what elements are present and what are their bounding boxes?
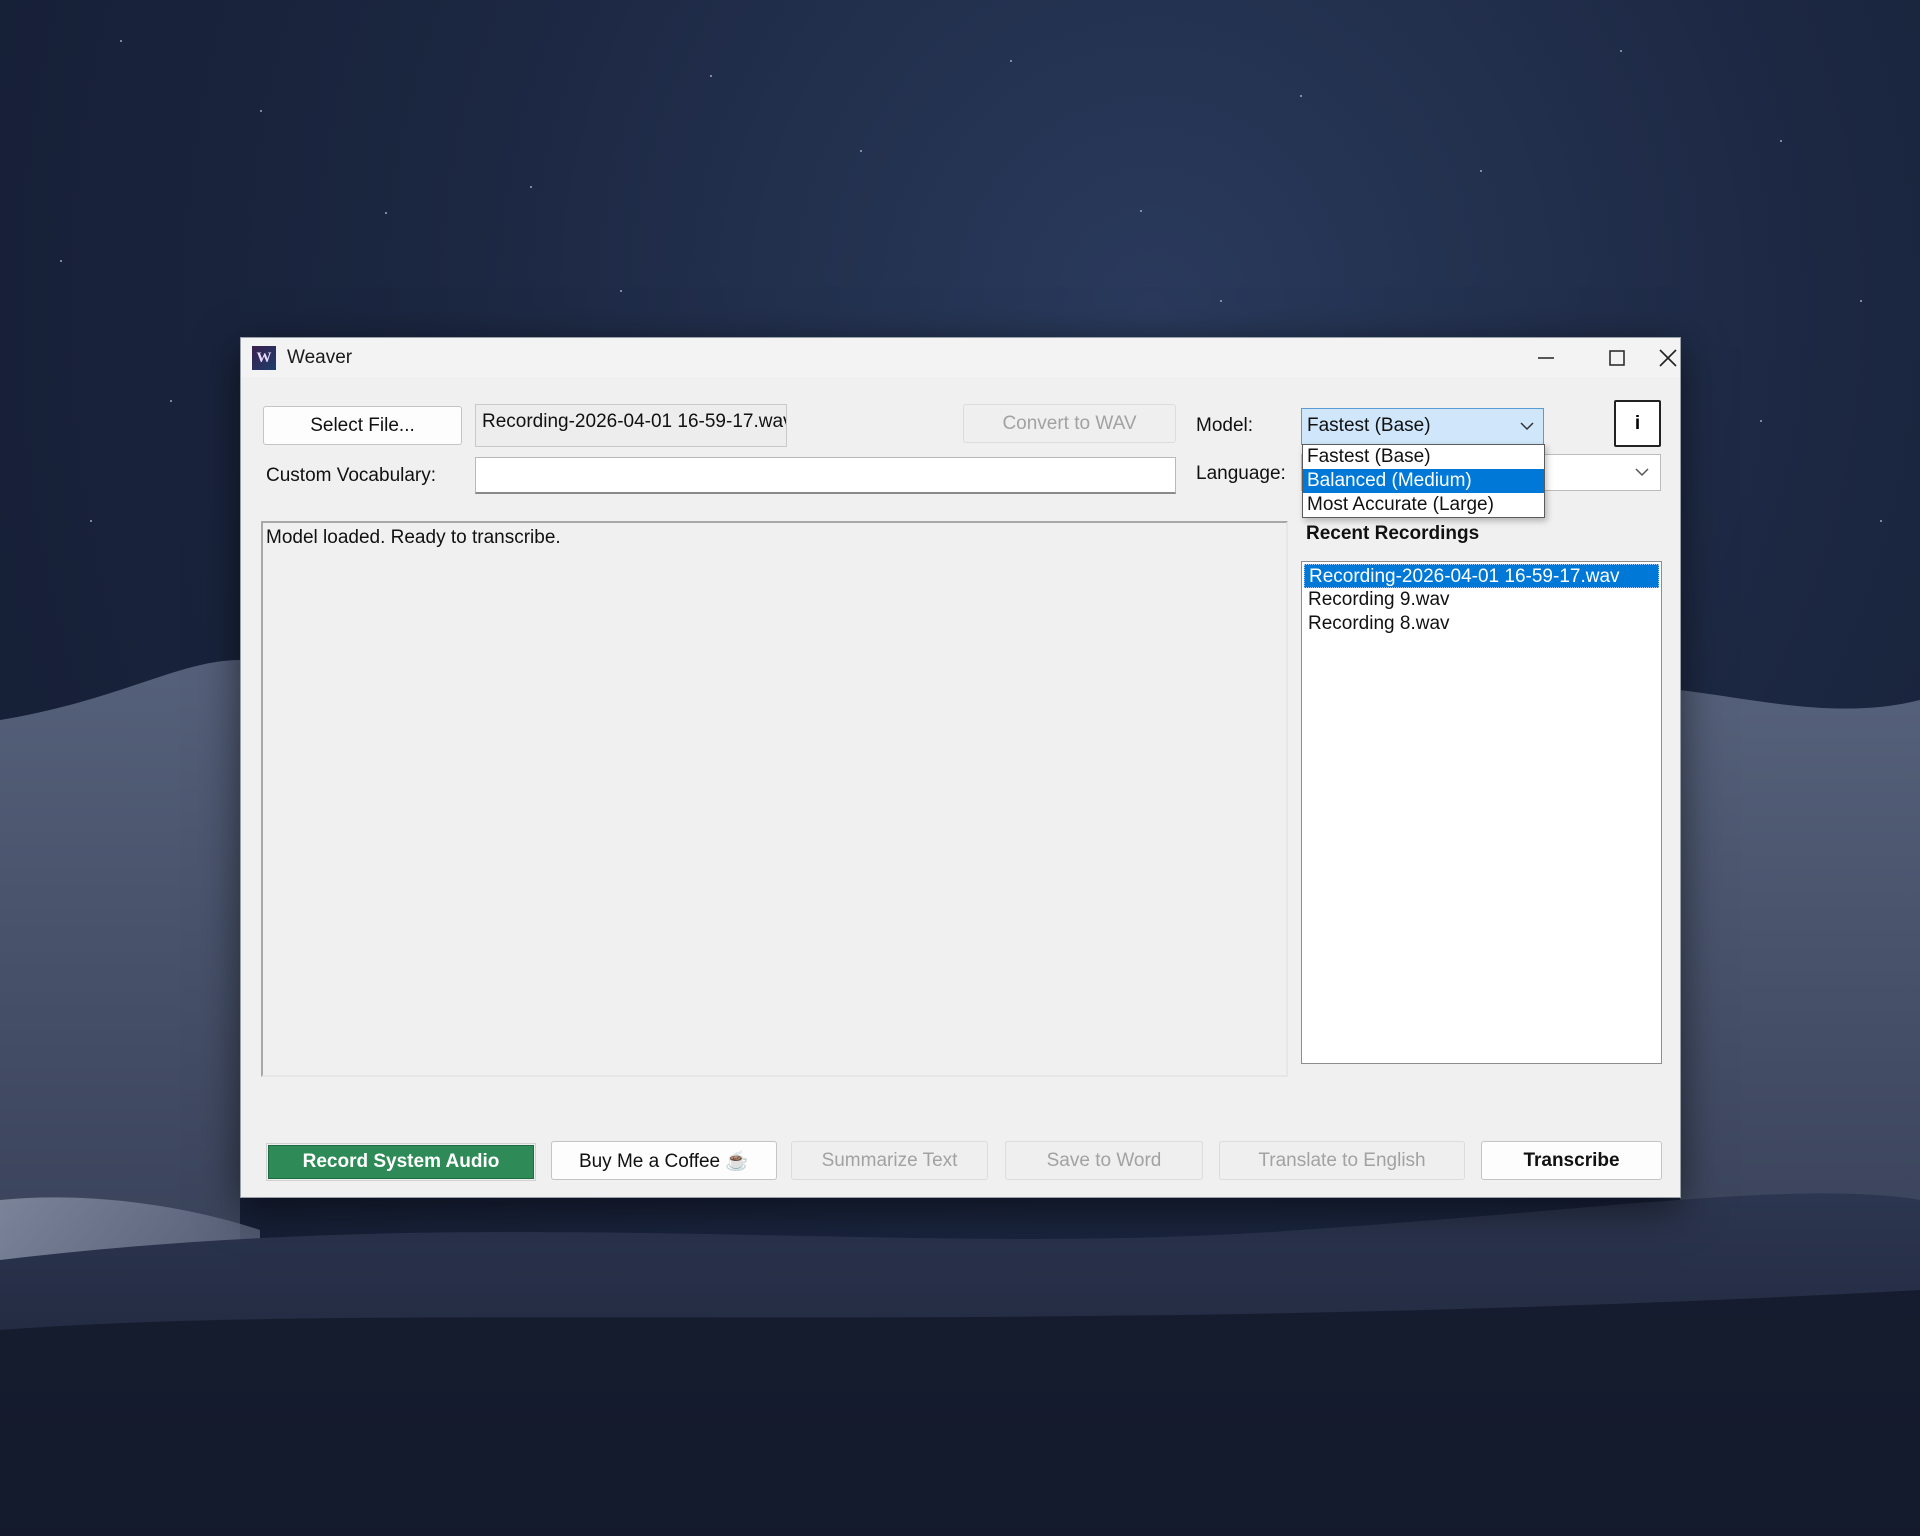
- model-selected-value: Fastest (Base): [1307, 415, 1431, 436]
- close-icon: [1659, 348, 1677, 367]
- buy-me-a-coffee-button[interactable]: Buy Me a Coffee ☕: [551, 1141, 777, 1180]
- window-title: Weaver: [287, 347, 353, 368]
- close-button[interactable]: [1654, 338, 1682, 377]
- save-to-word-button[interactable]: Save to Word: [1005, 1141, 1203, 1180]
- chevron-down-icon: [1635, 468, 1649, 477]
- language-label: Language:: [1196, 463, 1286, 484]
- title-bar[interactable]: W Weaver: [241, 338, 1680, 377]
- model-option-fastest[interactable]: Fastest (Base): [1303, 445, 1544, 469]
- model-label: Model:: [1196, 415, 1254, 436]
- model-select[interactable]: Fastest (Base): [1301, 408, 1544, 445]
- recent-recordings-title: Recent Recordings: [1306, 523, 1480, 544]
- model-option-most-accurate[interactable]: Most Accurate (Large): [1303, 493, 1544, 517]
- translate-to-english-button[interactable]: Translate to English: [1219, 1141, 1465, 1180]
- recent-recordings-list[interactable]: Recording-2026-04-01 16-59-17.wav Record…: [1301, 561, 1662, 1064]
- custom-vocabulary-input[interactable]: [475, 457, 1176, 494]
- list-item[interactable]: Recording 8.wav: [1304, 612, 1659, 636]
- summarize-text-button[interactable]: Summarize Text: [791, 1141, 988, 1180]
- file-path-field[interactable]: Recording-2026-04-01 16-59-17.wav: [475, 404, 787, 447]
- minimize-icon: [1538, 356, 1554, 359]
- maximize-button[interactable]: [1582, 338, 1652, 377]
- maximize-icon: [1609, 349, 1625, 366]
- record-system-audio-button[interactable]: Record System Audio: [266, 1143, 536, 1181]
- list-item[interactable]: Recording-2026-04-01 16-59-17.wav: [1304, 564, 1659, 588]
- list-item[interactable]: Recording 9.wav: [1304, 588, 1659, 612]
- model-dropdown-list[interactable]: Fastest (Base) Balanced (Medium) Most Ac…: [1302, 444, 1545, 518]
- custom-vocabulary-label: Custom Vocabulary:: [266, 465, 437, 486]
- app-icon: W: [252, 346, 276, 370]
- info-button[interactable]: i: [1614, 400, 1661, 447]
- weaver-window: W Weaver Select File... Recording-2026-0…: [240, 337, 1681, 1198]
- status-text: Model loaded. Ready to transcribe.: [266, 527, 561, 548]
- transcript-output[interactable]: Model loaded. Ready to transcribe.: [261, 521, 1288, 1077]
- chevron-down-icon: [1520, 422, 1534, 431]
- convert-to-wav-button[interactable]: Convert to WAV: [963, 404, 1176, 443]
- model-option-balanced[interactable]: Balanced (Medium): [1303, 469, 1544, 493]
- transcribe-button[interactable]: Transcribe: [1481, 1141, 1662, 1180]
- minimize-button[interactable]: [1511, 338, 1581, 377]
- select-file-button[interactable]: Select File...: [263, 406, 462, 445]
